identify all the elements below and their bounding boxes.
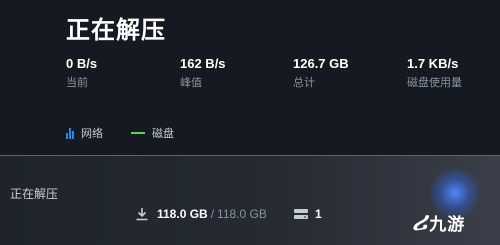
page-title: 正在解压 bbox=[66, 17, 166, 44]
download-progress: 118.0 GB / 118.0 GB bbox=[135, 207, 267, 221]
total-size: 118.0 GB bbox=[217, 207, 267, 221]
stat-disk-usage-label: 磁盘使用量 bbox=[407, 77, 462, 89]
legend-disk[interactable]: 磁盘 bbox=[131, 126, 174, 140]
stat-total: 126.7 GB 总计 bbox=[293, 56, 349, 90]
hard-drive-icon bbox=[294, 209, 308, 219]
disk-line-swatch bbox=[131, 132, 145, 134]
bar-chart-icon bbox=[66, 127, 74, 139]
stat-peak-label: 峰值 bbox=[180, 77, 202, 89]
watermark-logo: ሪ 九游 bbox=[412, 206, 465, 238]
stat-total-value: 126.7 GB bbox=[293, 56, 349, 71]
legend-network-label: 网络 bbox=[81, 128, 103, 140]
stat-disk-usage-value: 1.7 KB/s bbox=[407, 56, 459, 71]
watermark-mark: ሪ bbox=[412, 206, 428, 236]
stat-total-label: 总计 bbox=[293, 77, 315, 89]
stat-current-value: 0 B/s bbox=[66, 56, 98, 71]
watermark-text: 九游 bbox=[429, 214, 466, 234]
stat-peak-value: 162 B/s bbox=[180, 56, 226, 71]
footer-status-title: 正在解压 bbox=[10, 187, 59, 201]
stat-current: 0 B/s 当前 bbox=[66, 56, 97, 90]
stat-disk-usage: 1.7 KB/s 磁盘使用量 bbox=[407, 56, 462, 90]
size-separator: / bbox=[210, 207, 215, 221]
downloaded-size: 118.0 GB bbox=[157, 207, 208, 221]
legend-network[interactable]: 网络 bbox=[66, 126, 103, 140]
disk-progress: 1 bbox=[293, 207, 322, 221]
download-icon bbox=[136, 208, 148, 221]
stat-peak: 162 B/s 峰值 bbox=[180, 56, 226, 90]
stat-current-label: 当前 bbox=[66, 77, 88, 89]
legend-disk-label: 磁盘 bbox=[152, 128, 174, 140]
disk-value: 1 bbox=[315, 207, 322, 221]
